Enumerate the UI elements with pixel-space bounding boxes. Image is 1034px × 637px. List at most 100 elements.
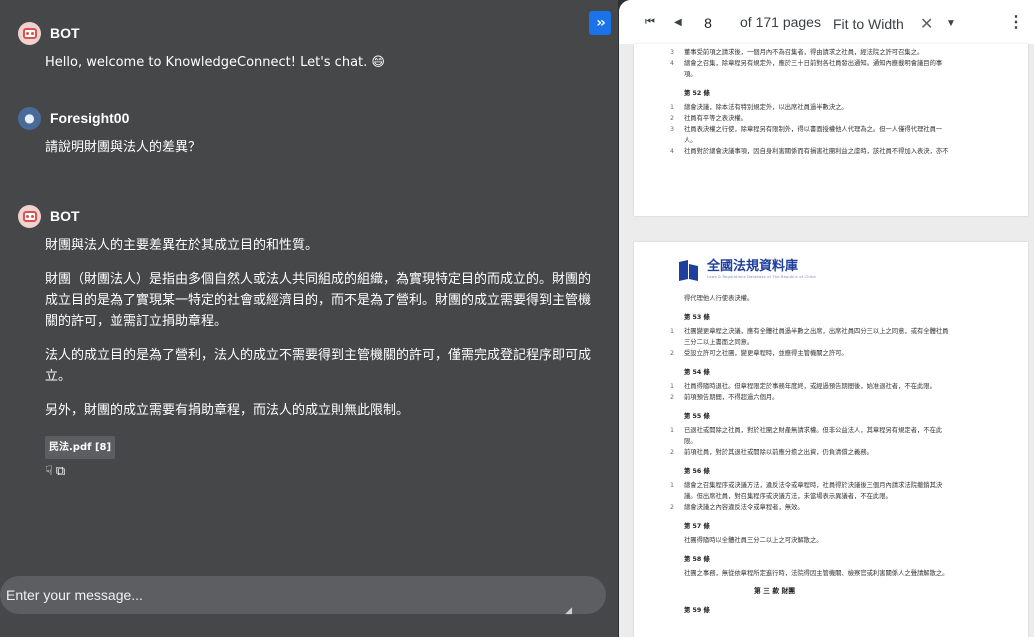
pdf-text-line: 1 社員得隨時退社。但章程限定於事務年度終，或經過預告期間後，始准退社者，不在此限… (670, 381, 1010, 392)
zoom-select[interactable]: Fit to Width (833, 16, 904, 32)
pdf-line-text: 社團變更章程之決議，應有全體社員過半數之出席，出席社員四分三以上之同意，或有全體… (684, 328, 949, 335)
pdf-line-text: 人。 (684, 137, 697, 144)
pdf-line-text: 得代理他人行使表決權。 (684, 295, 754, 302)
pdf-line-number: 2 (670, 504, 675, 511)
law-database-logo: 全國法規資料庫 Laws & Regulations Database of T… (676, 259, 816, 281)
pdf-line-number: 1 (670, 104, 675, 111)
message-text: 請說明財團與法人的差異？ (45, 140, 202, 155)
pdf-article-title: 第 52 條 (684, 90, 710, 97)
pdf-article-title: 第 59 條 (684, 607, 710, 614)
pdf-line-text: 已退社或開除之社員，對於社團之財產無請求權。但非公益法人，其章程另有規定者，不在… (684, 427, 943, 434)
pdf-line-text: 議。但出席社員，對召集程序或決議方法，未當場表示異議者，不在此限。 (684, 493, 892, 500)
logo-title: 全國法規資料庫 (707, 259, 799, 274)
pdf-text-line: 4 社員對於總會決議事項，因自身利害關係而有損害社團利益之虞時，該社員不得加入表決… (670, 146, 1010, 157)
pdf-line-number: 2 (670, 449, 675, 456)
message-text: 財團（財團法人）是指由多個自然人或法人共同組成的組織，為實現特定目的而成立的。財… (45, 272, 592, 329)
page-total-label: of 171 pages (740, 14, 821, 30)
message-text: Hello, welcome to KnowledgeConnect! Let'… (45, 55, 385, 70)
robot-icon (22, 210, 37, 222)
robot-icon (22, 27, 37, 39)
pdf-line-text: 總會決議之內容違反法令或章程者，無效。 (684, 504, 804, 511)
pdf-text-line: 1 總會之召集程序或決議方法，違反法令或章程時，社員得於決議後三個月內請求法院撤銷… (670, 480, 1010, 491)
pdf-line-text: 社員對於總會決議事項，因自身利害關係而有損害社團利益之虞時，該社員不得加入表決，… (684, 148, 949, 155)
pdf-line-number: 2 (670, 394, 675, 401)
pdf-line-text: 社團得隨時以全體社員三分二以上之可決解散之。 (684, 537, 823, 544)
clear-zoom-icon[interactable]: ✕ (920, 14, 933, 34)
pdf-line-text: 董事受前項之請求後，一個月內不為召集者，得由請求之社員，經法院之許可召集之。 (684, 49, 924, 56)
sender-name: Foresight00 (50, 110, 130, 126)
pdf-article-title: 第 58 條 (684, 556, 710, 563)
pdf-line-number (670, 568, 684, 579)
pdf-line-text: 社員表決權之行使，除章程另有限制外，得以書面授權他人代理為之。但一人僅得代理社員… (684, 126, 943, 133)
pdf-line-number (670, 337, 684, 348)
source-citation-chip[interactable]: 民法.pdf [8] (45, 436, 116, 459)
pdf-line-number: 1 (670, 427, 675, 434)
pdf-text-line: 項。 (670, 69, 1010, 80)
pdf-text-line: 得代理他人行使表決權。 (670, 293, 1010, 304)
pdf-page: 全國法規資料庫 Laws & Regulations Database of T… (634, 242, 1028, 637)
pdf-text-line: 2 前項社員，對於其退社或開除以前應分擔之出資，仍負清償之義務。 (670, 447, 1010, 458)
pdf-line-text: 前項預告期間，不得超過六個月。 (684, 394, 779, 401)
sender-name: BOT (50, 208, 80, 224)
pdf-page-text: 得代理他人行使表決權。第 53 條 1 社團變更章程之決議，應有全體社員過半數之出席… (670, 293, 1010, 619)
pdf-line-number: 2 (670, 350, 675, 357)
law-database-logo-icon (676, 259, 702, 281)
pdf-line-text: 社員有平等之表決權。 (684, 115, 747, 122)
zoom-dropdown-icon[interactable]: ▼ (946, 18, 956, 29)
pdf-section-title: 第 三 款 財團 (754, 587, 796, 595)
pdf-line-number: 3 (670, 126, 675, 133)
chat-message-user: ● Foresight00 請說明財團與法人的差異？ (18, 106, 593, 171)
pdf-text-line: 4 總會之召集，除章程另有規定外，應於三十日前對各社員發出通知。通知內應載明會議目… (670, 58, 1010, 69)
message-text: 法人的成立目的是為了營利，法人的成立不需要得到主管機關的許可，僅需完成登記程序即… (45, 348, 592, 384)
pdf-line-text: 三分二以上書面之同意。 (684, 339, 754, 346)
pdf-article-title: 第 57 條 (684, 523, 710, 530)
pdf-line-text: 社團之事務，無從依章程所定進行時，法院得因主管機關、檢察官或利害關係人之聲請解散… (684, 570, 949, 577)
pdf-article-title: 第 54 條 (684, 369, 710, 376)
pdf-line-text: 總會之召集程序或決議方法，違反法令或章程時，社員得於決議後三個月內請求法院撤銷其… (684, 482, 943, 489)
chat-message-bot-welcome: BOT Hello, welcome to KnowledgeConnect! … (18, 21, 593, 86)
user-icon: ● (24, 111, 35, 125)
pdf-text-line: 限。 (670, 436, 1010, 447)
message-text: 另外，財團的成立需要有捐助章程，而法人的成立則無此限制。 (45, 403, 410, 418)
pdf-line-text: 社員得隨時退社。但章程限定於事務年度終，或經過預告期間後，始准退社者，不在此限。 (684, 383, 936, 390)
sender-name: BOT (50, 25, 80, 41)
page-number-input[interactable] (695, 12, 721, 34)
pdf-viewer: ⏮ ◀ of 171 pages Fit to Width ✕ ▼ ⋮ 3 董事受… (619, 0, 1034, 637)
bot-avatar (18, 21, 41, 45)
message-input[interactable] (0, 576, 606, 614)
pdf-line-number (670, 69, 684, 80)
chevrons-right-icon: ›› (596, 15, 605, 31)
pdf-text-line: 2 總會決議之內容違反法令或章程者，無效。 (670, 502, 1010, 513)
pdf-pages-scroll[interactable]: 3 董事受前項之請求後，一個月內不為召集者，得由請求之社員，經法院之許可召集之。 4… (619, 44, 1034, 637)
pdf-line-text: 前項社員，對於其退社或開除以前應分擔之出資，仍負清償之義務。 (684, 449, 873, 456)
pdf-line-text: 總會之召集，除章程另有規定外，應於三十日前對各社員發出通知。通知內應載明會議目的… (684, 60, 943, 67)
previous-page-icon[interactable]: ◀ (674, 17, 682, 28)
pdf-line-number: 4 (670, 148, 675, 155)
more-options-icon[interactable]: ⋮ (1008, 12, 1024, 32)
pdf-text-line: 人。 (670, 135, 1010, 146)
logo-subtitle: Laws & Regulations Database of The Repub… (707, 275, 816, 279)
first-page-icon[interactable]: ⏮ (645, 16, 655, 29)
pdf-text-line: 三分二以上書面之同意。 (670, 337, 1010, 348)
pdf-line-number (670, 135, 684, 146)
chat-panel: ›› BOT Hello, welcome to KnowledgeConnec… (0, 0, 618, 637)
pdf-line-number: 2 (670, 115, 675, 122)
pdf-text-line: 2 前項預告期間，不得超過六個月。 (670, 392, 1010, 403)
pdf-text-line: 社團之事務，無從依章程所定進行時，法院得因主管機關、檢察官或利害關係人之聲請解散… (670, 568, 1010, 579)
copy-icon[interactable]: ⧉ (56, 461, 65, 482)
pdf-page-text: 3 董事受前項之請求後，一個月內不為召集者，得由請求之社員，經法院之許可召集之。 4… (670, 47, 1010, 157)
chat-message-bot-answer: BOT 財團與法人的主要差異在於其成立目的和性質。 財團（財團法人）是指由多個自… (18, 204, 593, 482)
pdf-line-number: 1 (670, 328, 675, 335)
resize-handle-icon[interactable]: ◢ (565, 606, 572, 616)
pdf-text-line: 1 已退社或開除之社員，對於社團之財產無請求權。但非公益法人，其章程另有規定者，不… (670, 425, 1010, 436)
pdf-text-line: 1 總會決議，除本法有特別規定外，以出席社員過半數決之。 (670, 102, 1010, 113)
pdf-line-number: 3 (670, 49, 675, 56)
pdf-line-number (670, 535, 684, 546)
pdf-text-line: 議。但出席社員，對召集程序或決議方法，未當場表示異議者，不在此限。 (670, 491, 1010, 502)
thumbs-down-icon[interactable]: ☟ (45, 461, 53, 482)
pdf-line-text: 項。 (684, 71, 697, 78)
bot-avatar (18, 204, 41, 228)
pdf-line-text: 受設立許可之社團，變更章程時，並應得主管機關之許可。 (684, 350, 848, 357)
pdf-line-text: 限。 (684, 438, 697, 445)
message-text: 財團與法人的主要差異在於其成立目的和性質。 (45, 238, 319, 253)
